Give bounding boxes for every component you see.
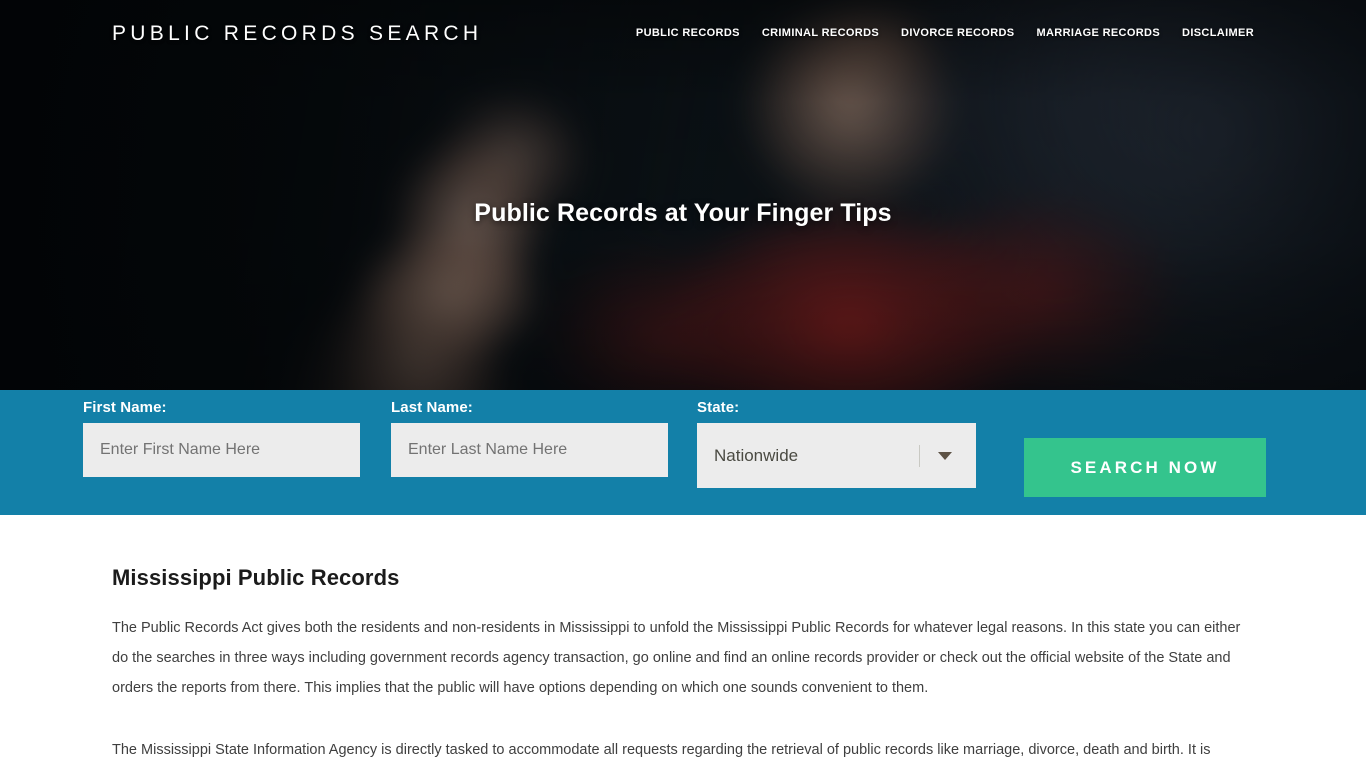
first-name-input[interactable] — [83, 423, 360, 477]
search-now-button[interactable]: SEARCH NOW — [1024, 438, 1266, 497]
content-paragraph-2: The Mississippi State Information Agency… — [112, 742, 1211, 758]
select-divider — [919, 445, 920, 467]
nav-item-public-records[interactable]: PUBLIC RECORDS — [636, 27, 740, 39]
last-name-group: Last Name: — [391, 390, 668, 477]
last-name-input[interactable] — [391, 423, 668, 477]
page-root: PUBLIC RECORDS SEARCH PUBLIC RECORDS CRI… — [0, 0, 1366, 768]
last-name-label: Last Name: — [391, 399, 473, 416]
first-name-group: First Name: — [83, 390, 360, 477]
main-navigation: PUBLIC RECORDS CRIMINAL RECORDS DIVORCE … — [636, 27, 1254, 39]
hero-section: PUBLIC RECORDS SEARCH PUBLIC RECORDS CRI… — [0, 0, 1366, 390]
hero-title: Public Records at Your Finger Tips — [474, 199, 892, 227]
main-content: Mississippi Public Records The Public Re… — [0, 565, 1366, 768]
site-logo[interactable]: PUBLIC RECORDS SEARCH — [112, 22, 482, 46]
site-header: PUBLIC RECORDS SEARCH PUBLIC RECORDS CRI… — [0, 0, 1366, 70]
state-group: State: Nationwide — [697, 390, 976, 488]
nav-item-disclaimer[interactable]: DISCLAIMER — [1182, 27, 1254, 39]
chevron-down-icon — [938, 451, 952, 460]
nav-item-criminal-records[interactable]: CRIMINAL RECORDS — [762, 27, 879, 39]
state-select[interactable]: Nationwide — [697, 423, 976, 488]
first-name-label: First Name: — [83, 399, 167, 416]
nav-item-divorce-records[interactable]: DIVORCE RECORDS — [901, 27, 1014, 39]
state-select-value: Nationwide — [714, 445, 799, 465]
nav-item-marriage-records[interactable]: MARRIAGE RECORDS — [1036, 27, 1160, 39]
page-title: Mississippi Public Records — [112, 565, 400, 590]
content-paragraph-1: The Public Records Act gives both the re… — [112, 620, 1241, 696]
state-label: State: — [697, 399, 740, 416]
